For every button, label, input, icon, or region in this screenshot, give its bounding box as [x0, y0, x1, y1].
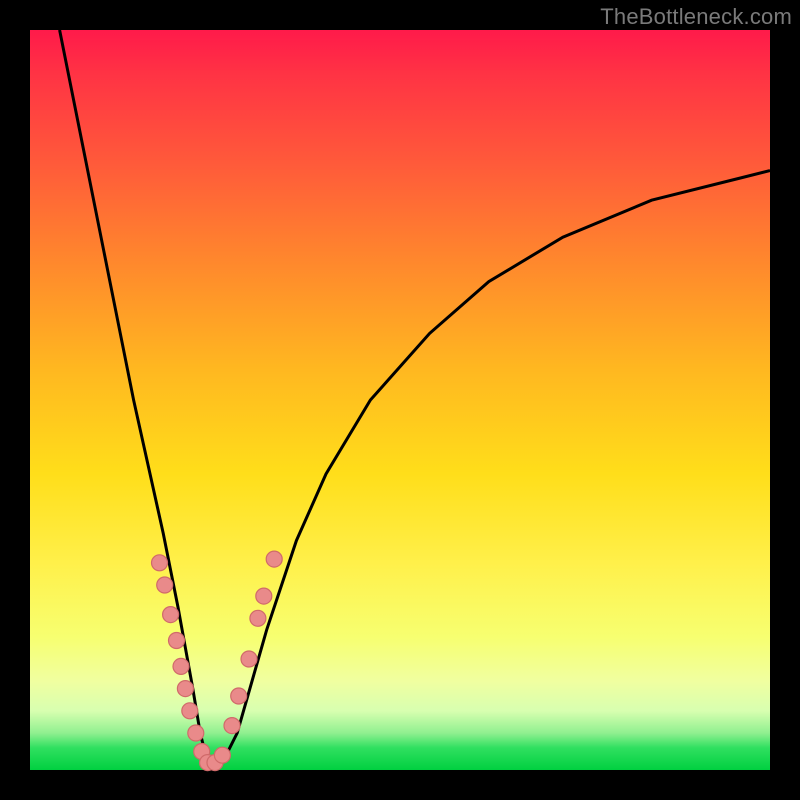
sample-dot [182, 703, 198, 719]
plot-area [30, 30, 770, 770]
sample-dot [250, 610, 266, 626]
sample-dot [214, 747, 230, 763]
watermark-text: TheBottleneck.com [600, 4, 792, 30]
sample-dot [224, 718, 240, 734]
sample-dot [266, 551, 282, 567]
outer-frame: TheBottleneck.com [0, 0, 800, 800]
sample-dot [163, 607, 179, 623]
sample-dot [256, 588, 272, 604]
sample-dot [177, 681, 193, 697]
sample-dot [231, 688, 247, 704]
sample-dot [169, 633, 185, 649]
sample-dot [173, 658, 189, 674]
sample-dot [241, 651, 257, 667]
sample-dot [152, 555, 168, 571]
sample-points [152, 551, 283, 771]
chart-svg [30, 30, 770, 770]
bottleneck-curve [60, 30, 770, 766]
sample-dot [157, 577, 173, 593]
sample-dot [188, 725, 204, 741]
